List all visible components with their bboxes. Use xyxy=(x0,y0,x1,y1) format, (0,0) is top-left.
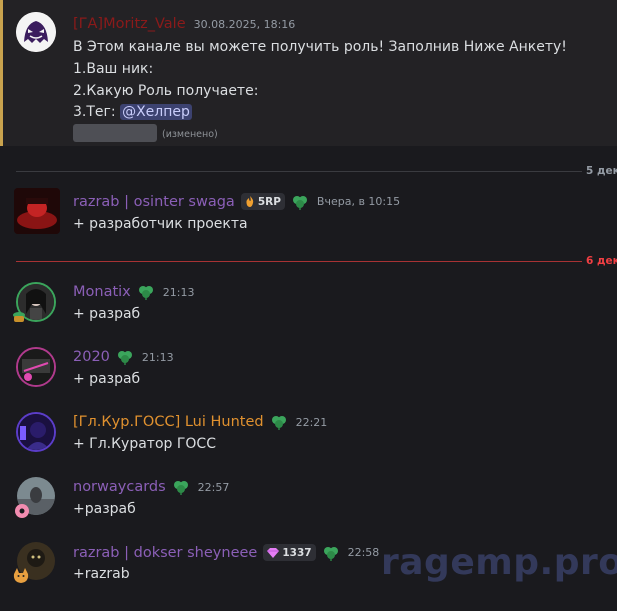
pot-decoration-icon xyxy=(13,312,25,322)
watermark: ragemp.pro xyxy=(381,542,617,583)
highlighted-message: [ГА]Moritz_Vale 30.08.2025, 18:16 В Этом… xyxy=(0,0,617,146)
username[interactable]: [ГА]Moritz_Vale xyxy=(73,16,186,32)
username[interactable]: 2020 xyxy=(73,349,110,365)
badge-label: 5RP xyxy=(257,195,281,208)
redacted-content xyxy=(73,124,157,142)
timestamp: 21:13 xyxy=(162,285,195,299)
clover-role-icon xyxy=(323,546,338,561)
message-text: +razrab xyxy=(73,566,130,582)
username[interactable]: norwaycards xyxy=(73,479,166,495)
username[interactable]: Monatix xyxy=(73,284,131,300)
ghost-logo-icon xyxy=(16,12,56,52)
avatar-image-icon xyxy=(14,188,60,234)
edited-label: (изменено) xyxy=(162,129,218,140)
message-text: +разраб xyxy=(73,501,136,517)
message-text: + разраб xyxy=(73,306,141,322)
message-line: 2.Какую Роль получаете: xyxy=(73,83,259,99)
timestamp: 30.08.2025, 18:16 xyxy=(193,17,296,31)
guild-tag-badge[interactable]: 1337 xyxy=(263,544,316,561)
guild-tag-badge[interactable]: 5RP xyxy=(240,193,285,210)
timestamp: Вчера, в 10:15 xyxy=(316,195,401,208)
username[interactable]: [Гл.Кур.ГОСС] Lui Hunted xyxy=(73,414,264,430)
date-divider xyxy=(16,171,582,172)
avatar[interactable] xyxy=(16,347,56,387)
message-text: + разработчик проекта xyxy=(73,216,248,232)
role-mention[interactable]: @Хелпер xyxy=(120,104,192,120)
clover-role-icon xyxy=(138,286,153,300)
gem-icon xyxy=(267,547,280,558)
date-divider-label: 6 дека xyxy=(582,255,617,267)
timestamp: 22:57 xyxy=(197,480,230,494)
clover-role-icon xyxy=(292,195,307,210)
date-divider xyxy=(16,261,582,262)
cat-decoration-icon xyxy=(13,568,29,583)
avatar[interactable] xyxy=(16,412,56,452)
avatar-image-icon xyxy=(18,414,54,450)
clover-role-icon xyxy=(173,481,188,495)
timestamp: 22:58 xyxy=(347,546,380,559)
username[interactable]: razrab | dokser sheyneee xyxy=(73,545,257,561)
message-text: + Гл.Куратор ГОСС xyxy=(73,436,216,452)
donut-decoration-icon xyxy=(15,504,29,518)
avatar-image-icon xyxy=(18,349,54,385)
message-line: 3.Тег: @Хелпер xyxy=(73,104,192,120)
fire-icon xyxy=(246,196,254,207)
clover-role-icon xyxy=(271,416,286,430)
timestamp: 21:13 xyxy=(141,350,174,364)
message-line: В Этом канале вы можете получить роль! З… xyxy=(73,39,567,55)
username[interactable]: razrab | osinter swaga xyxy=(73,194,235,210)
date-divider-label: 5 дека xyxy=(582,165,617,177)
timestamp: 22:21 xyxy=(295,415,328,429)
message-line: 1.Ваш ник: xyxy=(73,61,154,77)
tag-label: 3.Тег: xyxy=(73,104,116,120)
avatar[interactable] xyxy=(16,12,56,52)
message-text: + разраб xyxy=(73,371,141,387)
badge-label: 1337 xyxy=(282,546,312,559)
clover-role-icon xyxy=(117,351,132,365)
avatar[interactable] xyxy=(14,188,60,234)
